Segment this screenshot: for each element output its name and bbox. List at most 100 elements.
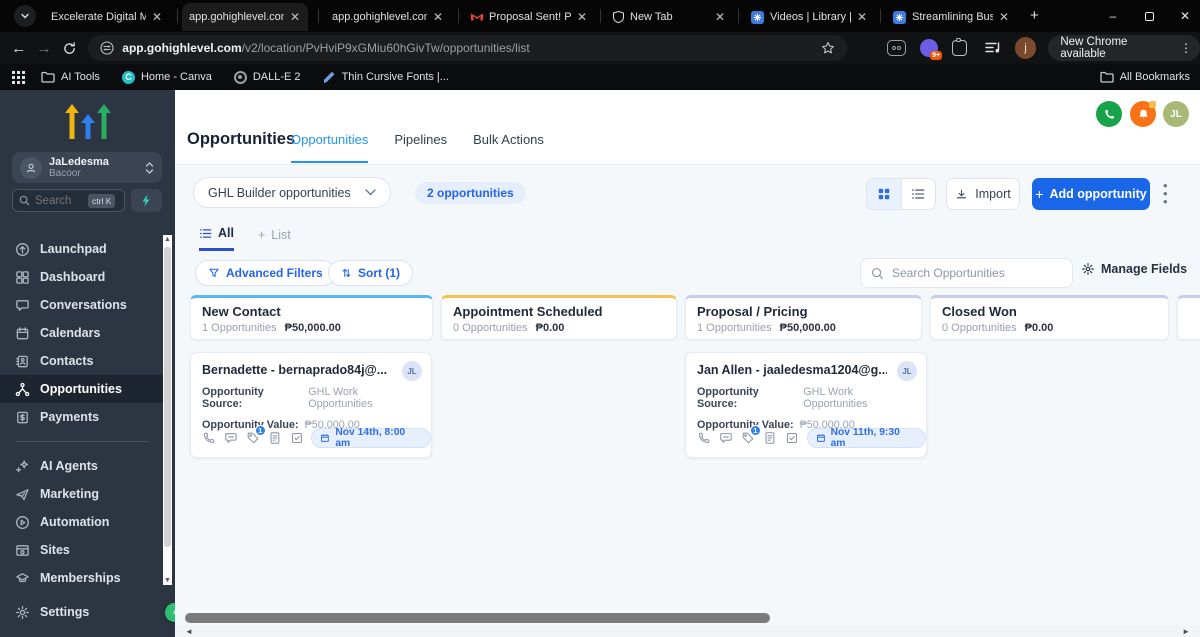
notifications-button[interactable] [1130,101,1156,127]
bookmark-item[interactable]: Thin Cursive Fonts |... [323,71,449,84]
manage-fields-button[interactable]: Manage Fields [1081,262,1187,276]
browser-tab[interactable]: app.gohighlevel.com ✕ [325,3,451,31]
appointment-date-pill[interactable]: Nov 11th, 9:30 am [806,427,926,449]
sidebar-item-payments[interactable]: Payments [0,403,163,431]
pipeline-selector[interactable]: GHL Builder opportunities [193,177,391,208]
media-controls-icon[interactable] [985,41,1001,55]
bookmark-item[interactable]: C Home - Canva [121,70,212,84]
add-opportunity-button[interactable]: + Add opportunity [1032,178,1150,210]
import-button[interactable]: Import [946,178,1020,210]
browser-menu-icon[interactable]: ⋮ [1180,42,1192,54]
column-header-closed-won[interactable]: Closed Won 0 Opportunities ₱0.00 [930,295,1169,340]
scrollbar-thumb[interactable] [164,247,171,547]
sidebar-item-settings[interactable]: Settings [0,598,163,626]
notes-icon[interactable] [268,431,282,445]
sidebar-item-automation[interactable]: Automation [0,508,163,536]
list-view-button[interactable] [900,179,936,209]
browser-tab[interactable]: New Tab ✕ [606,3,732,31]
advanced-filters-button[interactable]: Advanced Filters [195,260,336,286]
column-header-new-contact[interactable]: New Contact 1 Opportunities ₱50,000.00 [190,295,433,340]
tab-close-icon[interactable]: ✕ [857,10,867,24]
browser-tab[interactable]: Streamlining Busines ✕ [886,3,1016,31]
sidebar-item-conversations[interactable]: Conversations [0,291,163,319]
quick-actions-button[interactable] [131,189,162,212]
call-icon[interactable] [697,431,711,445]
tasks-icon[interactable] [785,431,799,445]
extension-capture-icon[interactable] [886,40,907,56]
sidebar-search-input[interactable] [35,194,83,207]
bookmark-item[interactable]: AI Tools [41,71,100,83]
tab-search-button[interactable] [14,5,36,27]
message-icon[interactable] [719,431,733,445]
all-bookmarks-button[interactable]: All Bookmarks [1100,71,1190,83]
sidebar-item-memberships[interactable]: Memberships [0,564,163,585]
opportunity-card[interactable]: Bernadette - bernaprado84j@... JL Opport… [190,352,432,458]
column-header-proposal-pricing[interactable]: Proposal / Pricing 1 Opportunities ₱50,00… [685,295,922,340]
forward-button[interactable]: → [31,35,56,61]
tab-opportunities[interactable]: Opportunities [291,132,369,163]
subtab-all[interactable]: All [199,226,234,251]
more-options-button[interactable]: • • • [1163,179,1168,208]
grid-view-button[interactable] [867,179,901,209]
sidebar-item-dashboard[interactable]: Dashboard [0,263,163,291]
extension-journeys-icon[interactable] [952,38,967,56]
sidebar-item-ai-agents[interactable]: AI Agents [0,452,163,480]
new-tab-button[interactable]: + [1030,7,1039,24]
scroll-up-arrow[interactable]: ▲ [163,236,172,243]
extension-badge-icon[interactable]: 9+ [920,39,943,60]
message-icon[interactable] [224,431,238,445]
tasks-icon[interactable] [290,431,304,445]
horizontal-scrollbar-thumb[interactable] [185,613,770,623]
sidebar-item-marketing[interactable]: Marketing [0,480,163,508]
horizontal-scrollbar-track[interactable]: ◄ ► [175,625,1200,637]
scroll-down-arrow[interactable]: ▼ [163,577,172,584]
scroll-right-arrow[interactable]: ► [1182,627,1190,636]
sidebar-scrollbar[interactable]: ▲ ▼ [163,235,172,585]
main-content: Opportunities Opportunities Pipelines Bu… [175,90,1200,637]
chrome-update-pill[interactable]: New Chrome available ⋮ [1048,35,1200,61]
subtab-add-list[interactable]: + List [258,226,291,251]
tab-title: app.gohighlevel.com [189,11,284,23]
minimize-button[interactable]: – [1096,0,1130,32]
tab-close-icon[interactable]: ✕ [577,10,587,24]
apps-grid-icon[interactable] [12,70,25,84]
sidebar-item-launchpad[interactable]: Launchpad [0,235,163,263]
sidebar-item-opportunities[interactable]: Opportunities [0,375,163,403]
tab-close-icon[interactable]: ✕ [999,10,1009,24]
appointment-date-pill[interactable]: Nov 14th, 8:00 am [311,427,431,449]
column-header-appointment-scheduled[interactable]: Appointment Scheduled 0 Opportunities ₱0.… [441,295,677,340]
sidebar-item-contacts[interactable]: Contacts [0,347,163,375]
user-avatar[interactable]: JL [1163,101,1189,127]
scroll-left-arrow[interactable]: ◄ [185,627,193,636]
browser-tab[interactable]: Proposal Sent! Pleas ✕ [464,3,594,31]
tab-close-icon[interactable]: ✕ [290,10,300,24]
sort-button[interactable]: Sort (1) [328,260,413,286]
notes-icon[interactable] [763,431,777,445]
opportunities-search[interactable] [860,258,1073,288]
tab-close-icon[interactable]: ✕ [715,10,725,24]
tab-close-icon[interactable]: ✕ [152,10,162,24]
bookmark-star-icon[interactable] [821,41,835,55]
tab-pipelines[interactable]: Pipelines [394,132,447,163]
sidebar-item-label: Calendars [40,326,101,340]
bookmark-item[interactable]: DALL-E 2 [233,70,301,84]
reload-button[interactable] [57,35,82,61]
sidebar-search[interactable]: ctrl K [12,189,125,212]
browser-tab[interactable]: app.gohighlevel.com ✕ [182,3,308,31]
opportunity-card[interactable]: Jan Allen - jaaledesma1204@g... JL Oppor… [685,352,927,458]
sidebar-item-calendars[interactable]: Calendars [0,319,163,347]
phone-button[interactable] [1096,101,1122,127]
tab-close-icon[interactable]: ✕ [433,10,443,24]
browser-tab[interactable]: Excelerate Digital Ma ✕ [44,3,174,31]
tab-bulk-actions[interactable]: Bulk Actions [473,132,544,163]
opportunities-search-input[interactable] [892,266,1052,280]
back-button[interactable]: ← [6,35,31,61]
sidebar-item-sites[interactable]: Sites [0,536,163,564]
call-icon[interactable] [202,431,216,445]
browser-tab[interactable]: Videos | Library | Loo ✕ [744,3,874,31]
account-switcher[interactable]: JaLedesma Bacoor [12,152,162,183]
close-window-button[interactable]: ✕ [1168,0,1200,32]
maximize-button[interactable] [1132,0,1166,32]
address-bar[interactable]: app.gohighlevel.com/v2/location/PvHviP9x… [88,35,848,61]
profile-avatar[interactable]: j [1014,37,1037,59]
